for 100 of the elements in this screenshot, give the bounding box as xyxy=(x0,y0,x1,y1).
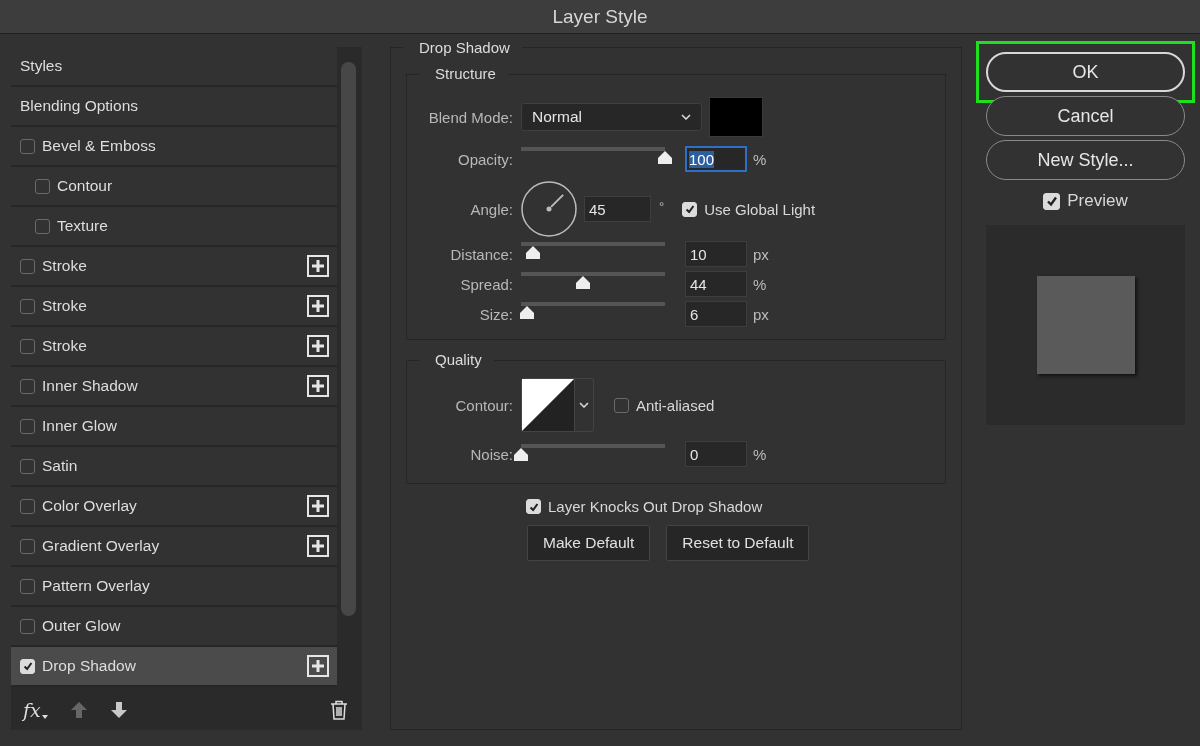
style-list-item[interactable]: Inner Shadow xyxy=(11,367,337,407)
number-input[interactable]: 10 xyxy=(685,241,747,267)
style-list-item[interactable]: Stroke xyxy=(11,247,337,287)
checkbox-label: Preview xyxy=(1067,191,1128,211)
trash-icon[interactable] xyxy=(330,700,348,720)
color-swatch[interactable] xyxy=(709,97,763,137)
group-title: Quality xyxy=(419,351,494,368)
angle-dial[interactable] xyxy=(521,181,577,237)
style-label: Inner Glow xyxy=(42,417,117,435)
add-icon[interactable] xyxy=(307,375,329,397)
style-label: Pattern Overlay xyxy=(42,577,150,595)
checkbox[interactable] xyxy=(20,538,35,554)
add-icon[interactable] xyxy=(307,255,329,277)
checkbox[interactable] xyxy=(35,218,50,234)
checkbox[interactable] xyxy=(614,397,629,413)
style-list-item[interactable]: Stroke xyxy=(11,287,337,327)
style-label: Stroke xyxy=(42,257,87,275)
style-list-item[interactable]: Inner Glow xyxy=(11,407,337,447)
scrollbar[interactable] xyxy=(341,62,356,616)
number-input[interactable]: 0 xyxy=(685,441,747,467)
unit-label: px xyxy=(753,305,769,323)
blend-mode-dropdown[interactable]: Normal xyxy=(521,103,702,131)
slider-thumb[interactable] xyxy=(574,275,591,290)
unit-label: ° xyxy=(659,198,665,214)
field-label: Distance: xyxy=(449,245,513,263)
style-list-item[interactable]: Stroke xyxy=(11,327,337,367)
checkbox[interactable] xyxy=(20,378,35,394)
style-list-item[interactable]: Drop Shadow xyxy=(11,647,337,687)
default-button[interactable]: Make Default xyxy=(527,525,651,561)
dialog-button[interactable]: Cancel xyxy=(986,96,1185,136)
add-icon[interactable] xyxy=(307,535,329,557)
field-label: Angle: xyxy=(469,200,513,218)
unit-label: % xyxy=(753,445,767,463)
slider-thumb[interactable] xyxy=(518,305,535,320)
style-label: Stroke xyxy=(42,337,87,355)
field-label: Spread: xyxy=(459,275,513,293)
fx-button[interactable]: fx xyxy=(23,699,48,721)
style-label: Texture xyxy=(57,217,108,235)
default-button[interactable]: Reset to Default xyxy=(666,525,810,561)
add-icon[interactable] xyxy=(307,295,329,317)
add-icon[interactable] xyxy=(307,495,329,517)
group-title: Drop Shadow xyxy=(403,39,522,56)
dialog-button[interactable]: OK xyxy=(986,52,1185,92)
checkbox-label: Layer Knocks Out Drop Shadow xyxy=(548,498,763,515)
slider-thumb[interactable] xyxy=(657,150,673,165)
style-list-item[interactable]: Pattern Overlay xyxy=(11,567,337,607)
field-label: Blend Mode: xyxy=(427,108,513,126)
contour-picker[interactable] xyxy=(521,378,594,432)
style-label: Styles xyxy=(20,57,63,75)
style-label: Inner Shadow xyxy=(42,377,138,395)
style-label: Gradient Overlay xyxy=(42,537,160,555)
checkbox[interactable] xyxy=(35,178,50,194)
style-label: Stroke xyxy=(42,297,87,315)
style-list-item[interactable]: Gradient Overlay xyxy=(11,527,337,567)
checkbox[interactable] xyxy=(20,338,35,354)
arrow-down-icon[interactable] xyxy=(109,701,128,719)
checkbox[interactable] xyxy=(20,298,35,314)
style-label: Outer Glow xyxy=(42,617,121,635)
checkbox[interactable] xyxy=(20,258,35,274)
checkbox[interactable] xyxy=(20,578,35,594)
checkbox[interactable] xyxy=(20,418,35,434)
opacity-input[interactable]: 100 xyxy=(685,146,747,172)
add-icon[interactable] xyxy=(307,335,329,357)
slider-thumb[interactable] xyxy=(524,245,541,260)
unit-label: px xyxy=(753,245,769,263)
style-list-item[interactable]: Blending Options xyxy=(11,87,337,127)
unit-label: % xyxy=(753,150,767,168)
style-list-item[interactable]: Satin xyxy=(11,447,337,487)
style-list-item[interactable]: Texture xyxy=(11,207,337,247)
checkbox[interactable] xyxy=(20,458,35,474)
style-label: Color Overlay xyxy=(42,497,137,515)
style-label: Bevel & Emboss xyxy=(42,137,156,155)
number-input[interactable]: 44 xyxy=(685,271,747,297)
dialog-button[interactable]: New Style... xyxy=(986,140,1185,180)
window-title: Layer Style xyxy=(552,5,648,28)
field-label: Size: xyxy=(478,305,513,323)
caret-icon xyxy=(41,715,48,719)
style-label: Satin xyxy=(42,457,78,475)
checkbox-label: Anti-aliased xyxy=(636,396,715,414)
style-list-item[interactable]: Contour xyxy=(11,167,337,207)
number-input[interactable]: 6 xyxy=(685,301,747,327)
checkbox[interactable] xyxy=(20,498,35,514)
angle-input[interactable]: 45 xyxy=(584,196,651,222)
slider-thumb[interactable] xyxy=(513,447,529,462)
field-label: Opacity: xyxy=(456,150,513,168)
style-list-item[interactable]: Styles xyxy=(11,47,337,87)
chevron-down-icon xyxy=(579,402,589,408)
chevron-down-icon xyxy=(681,114,691,120)
style-label: Contour xyxy=(57,177,113,195)
checkbox[interactable] xyxy=(20,138,35,154)
checkbox-label: Use Global Light xyxy=(704,200,816,218)
style-list-item[interactable]: Outer Glow xyxy=(11,607,337,647)
checkbox[interactable] xyxy=(20,618,35,634)
field-label: Contour: xyxy=(454,396,513,414)
style-list-item[interactable]: Color Overlay xyxy=(11,487,337,527)
style-list-item[interactable]: Bevel & Emboss xyxy=(11,127,337,167)
style-label: Blending Options xyxy=(20,97,139,115)
unit-label: % xyxy=(753,275,767,293)
style-label: Drop Shadow xyxy=(42,657,136,675)
add-icon[interactable] xyxy=(307,655,329,677)
